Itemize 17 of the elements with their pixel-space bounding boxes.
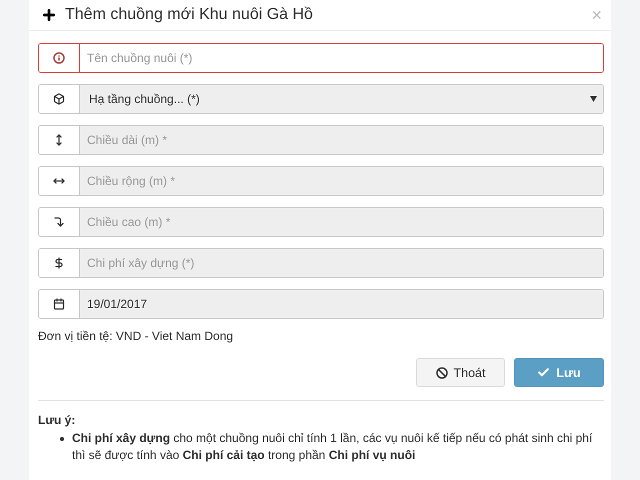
select-value: Hạ tầng chuồng... (*) — [89, 92, 200, 106]
input-field[interactable]: Tên chuồng nuôi (*) — [38, 43, 604, 73]
ban-icon — [436, 366, 448, 378]
turn-down-arrow-icon — [53, 216, 65, 228]
note-text: Chi phí xây dựng cho một chuồng nuôi chỉ tính 1 lần, các vụ nuôi kế tiếp nếu có phát sinh chi phí thì sẽ được tính vào Chi phí cải tạo trong phần Chi phí vụ nuôi — [72, 430, 594, 464]
caret-icon — [590, 96, 597, 102]
check-icon — [537, 366, 550, 379]
currency-note: Đơn vị tiền tệ: VND - Viet Nam Dong — [38, 329, 234, 343]
dollar-icon — [53, 257, 65, 269]
cancel-button[interactable]: Thoát — [416, 358, 505, 387]
bullet-icon — [60, 437, 64, 441]
plus-icon — [41, 7, 57, 23]
dialog-title: Thêm chuồng mới Khu nuôi Gà Hồ — [65, 6, 314, 24]
cube-icon — [53, 93, 65, 105]
calendar-icon — [53, 298, 65, 310]
info-icon — [53, 52, 65, 64]
note-title: Lưu ý: — [38, 413, 76, 427]
